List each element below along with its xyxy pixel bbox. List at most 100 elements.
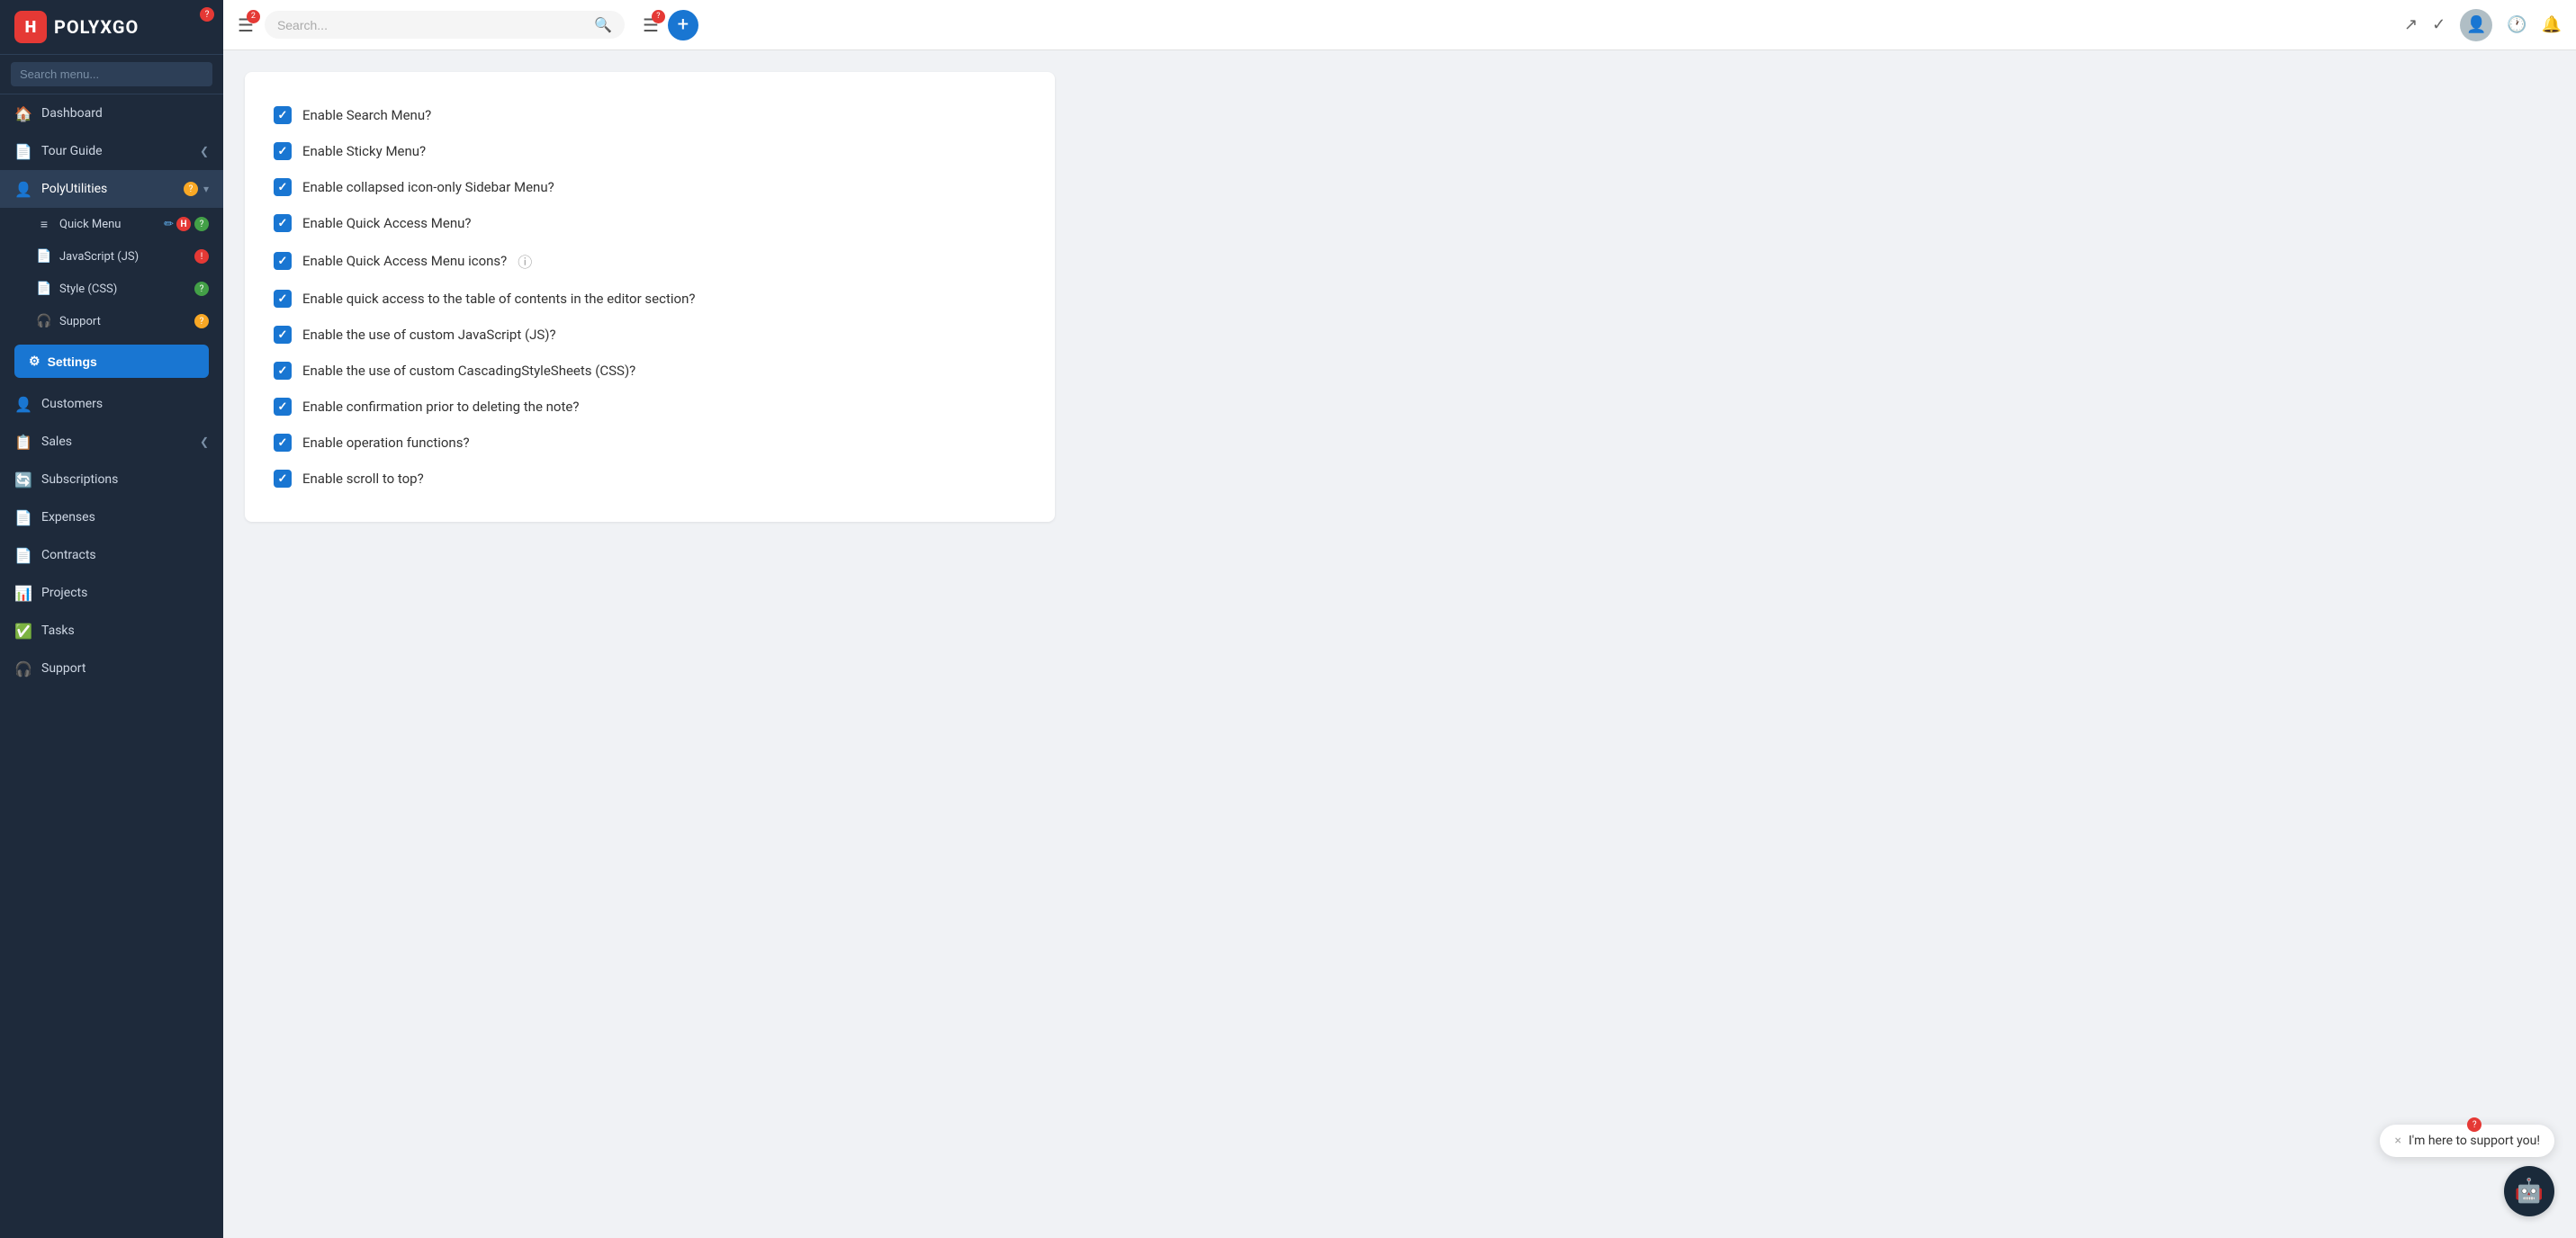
subnav-label: Support bbox=[59, 315, 101, 328]
h-badge: H bbox=[176, 217, 191, 231]
sidebar-item-tasks[interactable]: ✅ Tasks bbox=[0, 612, 223, 650]
checkboxes-container: Enable Search Menu?Enable Sticky Menu?En… bbox=[274, 97, 1026, 497]
checkbox-confirm-delete[interactable] bbox=[274, 398, 292, 416]
checkbox-row-custom-css: Enable the use of custom CascadingStyleS… bbox=[274, 353, 1026, 389]
sidebar-search-input[interactable] bbox=[11, 62, 212, 86]
check-icon[interactable]: ✓ bbox=[2432, 15, 2445, 34]
checkbox-label-quick-access: Enable Quick Access Menu? bbox=[302, 215, 471, 231]
logo-text: POLYXGO bbox=[54, 16, 139, 38]
sidebar-item-sales[interactable]: 📋 Sales ❮ bbox=[0, 423, 223, 461]
checkbox-row-custom-js: Enable the use of custom JavaScript (JS)… bbox=[274, 317, 1026, 353]
sidebar-item-label: PolyUtilities bbox=[41, 182, 180, 196]
sidebar-item-label: Customers bbox=[41, 397, 209, 411]
content-area: Enable Search Menu?Enable Sticky Menu?En… bbox=[223, 50, 2576, 1238]
sidebar-item-label: Dashboard bbox=[41, 106, 209, 121]
checkbox-label-toc-editor: Enable quick access to the table of cont… bbox=[302, 291, 695, 307]
sidebar-item-support[interactable]: 🎧 Support bbox=[0, 650, 223, 687]
expenses-icon: 📄 bbox=[14, 508, 32, 526]
help-icon-quick-access-icons[interactable]: ⓘ bbox=[518, 250, 532, 272]
sidebar-item-label: Tasks bbox=[41, 623, 209, 638]
sidebar-item-style-css[interactable]: 📄 Style (CSS) ? bbox=[0, 273, 223, 305]
sidebar: H POLYXGO ? 🏠 Dashboard 📄 Tour Guide ❮ 👤… bbox=[0, 0, 223, 1238]
support-sub-icon: 🎧 bbox=[36, 313, 52, 329]
settings-button[interactable]: ⚙ Settings bbox=[14, 345, 209, 378]
tour-guide-icon: 📄 bbox=[14, 142, 32, 160]
checkbox-scroll-top[interactable] bbox=[274, 470, 292, 488]
checkbox-row-sticky-menu: Enable Sticky Menu? bbox=[274, 133, 1026, 169]
sidebar-item-projects[interactable]: 📊 Projects bbox=[0, 574, 223, 612]
checkbox-label-operation-funcs: Enable operation functions? bbox=[302, 435, 470, 451]
checkbox-row-search-menu: Enable Search Menu? bbox=[274, 97, 1026, 133]
logo-icon: H bbox=[14, 11, 47, 43]
share-icon[interactable]: ↗ bbox=[2404, 15, 2418, 34]
clock-icon[interactable]: 🕐 bbox=[2507, 15, 2526, 34]
checkbox-row-toc-editor: Enable quick access to the table of cont… bbox=[274, 281, 1026, 317]
javascript-badge: ! bbox=[194, 249, 209, 264]
checkbox-custom-css[interactable] bbox=[274, 362, 292, 380]
checkbox-toc-editor[interactable] bbox=[274, 290, 292, 308]
checkbox-quick-access[interactable] bbox=[274, 214, 292, 232]
settings-card: Enable Search Menu?Enable Sticky Menu?En… bbox=[245, 72, 1055, 522]
topbar-search-input[interactable] bbox=[277, 18, 587, 32]
checkbox-label-quick-access-icons: Enable Quick Access Menu icons? bbox=[302, 253, 507, 269]
sidebar-item-support-sub[interactable]: 🎧 Support ? bbox=[0, 305, 223, 337]
sidebar-item-label: Sales bbox=[41, 435, 200, 449]
topbar: ☰ 2 🔍 ☰ ? + ↗ ✓ 👤 🕐 🔔 bbox=[223, 0, 2576, 50]
projects-icon: 📊 bbox=[14, 584, 32, 602]
sidebar-item-expenses[interactable]: 📄 Expenses bbox=[0, 498, 223, 536]
checkbox-operation-funcs[interactable] bbox=[274, 434, 292, 452]
bell-icon[interactable]: 🔔 bbox=[2542, 15, 2562, 34]
avatar[interactable]: 👤 bbox=[2460, 9, 2492, 41]
topbar-menu2-button[interactable]: ☰ ? bbox=[643, 14, 659, 36]
chat-close-button[interactable]: × bbox=[2394, 1134, 2400, 1148]
settings-btn-label: Settings bbox=[48, 354, 97, 369]
chevron-right-icon: ❮ bbox=[200, 435, 209, 448]
sidebar-search-area bbox=[0, 55, 223, 94]
menu-badge: 2 bbox=[247, 10, 260, 23]
topbar-search-bar: 🔍 bbox=[265, 11, 625, 39]
sidebar-item-javascript[interactable]: 📄 JavaScript (JS) ! bbox=[0, 240, 223, 273]
javascript-icon: 📄 bbox=[36, 248, 52, 265]
topbar-add-button[interactable]: + bbox=[668, 10, 698, 40]
chevron-right-icon: ❮ bbox=[200, 145, 209, 157]
sidebar-item-label: Contracts bbox=[41, 548, 209, 562]
menu2-badge: ? bbox=[652, 10, 665, 23]
sidebar-item-tour-guide[interactable]: 📄 Tour Guide ❮ bbox=[0, 132, 223, 170]
sidebar-item-polyutilities[interactable]: 👤 PolyUtilities ? ▾ bbox=[0, 170, 223, 208]
checkbox-search-menu[interactable] bbox=[274, 106, 292, 124]
sidebar-item-contracts[interactable]: 📄 Contracts bbox=[0, 536, 223, 574]
sidebar-item-subscriptions[interactable]: 🔄 Subscriptions bbox=[0, 461, 223, 498]
subscriptions-icon: 🔄 bbox=[14, 471, 32, 489]
sidebar-item-label: Subscriptions bbox=[41, 472, 209, 487]
checkbox-label-scroll-top: Enable scroll to top? bbox=[302, 471, 424, 487]
sidebar-item-dashboard[interactable]: 🏠 Dashboard bbox=[0, 94, 223, 132]
css-icon: 📄 bbox=[36, 281, 52, 297]
sidebar-item-customers[interactable]: 👤 Customers bbox=[0, 385, 223, 423]
chat-avatar-button[interactable]: 🤖 bbox=[2504, 1166, 2554, 1216]
polyutilities-icon: 👤 bbox=[14, 180, 32, 198]
chat-widget: ? × I'm here to support you! 🤖 bbox=[2380, 1125, 2554, 1216]
sidebar-item-label: Tour Guide bbox=[41, 144, 200, 158]
checkbox-sticky-menu[interactable] bbox=[274, 142, 292, 160]
sidebar-item-label: Expenses bbox=[41, 510, 209, 525]
subnav-label: Quick Menu bbox=[59, 218, 121, 231]
quick-menu-icon: ≡ bbox=[36, 216, 52, 232]
checkbox-row-quick-access-icons: Enable Quick Access Menu icons? ⓘ bbox=[274, 241, 1026, 281]
sidebar-item-label: Projects bbox=[41, 586, 209, 600]
polyutilities-badge: ? bbox=[184, 182, 198, 196]
support-badge: ? bbox=[194, 314, 209, 328]
checkbox-label-custom-css: Enable the use of custom CascadingStyleS… bbox=[302, 363, 635, 379]
checkbox-row-collapsed-sidebar: Enable collapsed icon-only Sidebar Menu? bbox=[274, 169, 1026, 205]
checkbox-custom-js[interactable] bbox=[274, 326, 292, 344]
sales-icon: 📋 bbox=[14, 433, 32, 451]
subnav-label: JavaScript (JS) bbox=[59, 250, 139, 264]
sidebar-item-quick-menu[interactable]: ≡ Quick Menu ? ✏ H bbox=[0, 208, 223, 240]
main-area: ☰ 2 🔍 ☰ ? + ↗ ✓ 👤 🕐 🔔 Enable Search Menu… bbox=[223, 0, 2576, 1238]
topbar-menu-button[interactable]: ☰ 2 bbox=[238, 14, 254, 36]
logo-area: H POLYXGO ? bbox=[0, 0, 223, 55]
checkbox-collapsed-sidebar[interactable] bbox=[274, 178, 292, 196]
checkbox-quick-access-icons[interactable] bbox=[274, 252, 292, 270]
topbar-right: ↗ ✓ 👤 🕐 🔔 bbox=[2404, 9, 2562, 41]
contracts-icon: 📄 bbox=[14, 546, 32, 564]
sidebar-item-label: Support bbox=[41, 661, 209, 676]
